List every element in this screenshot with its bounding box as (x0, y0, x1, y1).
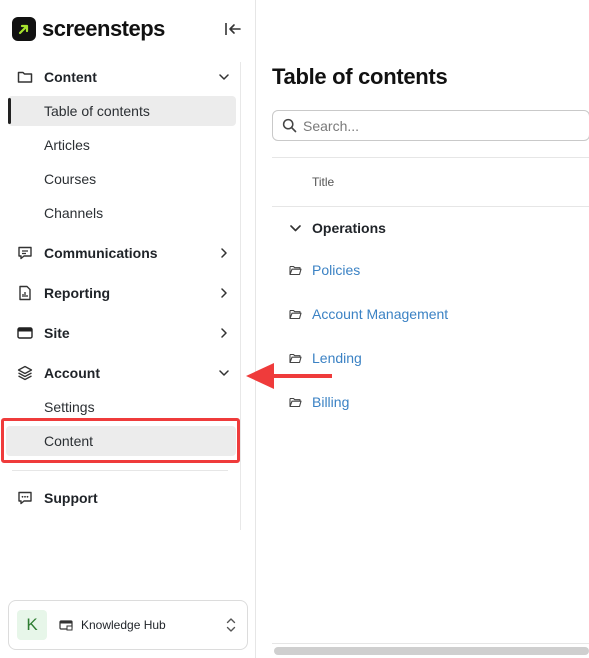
sidebar-item-channels[interactable]: Channels (8, 198, 236, 228)
layers-icon (16, 364, 34, 382)
sidebar-item-support[interactable]: Support (8, 483, 236, 513)
folder-icon (16, 68, 34, 86)
scroll-track (272, 643, 589, 644)
folder-link[interactable]: Lending (312, 350, 362, 366)
chevron-down-icon[interactable] (288, 221, 302, 235)
sidebar-section-label: Reporting (44, 285, 111, 301)
chevron-down-icon (216, 69, 232, 85)
chevron-right-icon (216, 325, 232, 341)
folder-link[interactable]: Account Management (312, 306, 448, 322)
folder-row[interactable]: Billing (288, 392, 349, 412)
sidebar-item-label: Table of contents (44, 103, 150, 119)
sidebar-section-content[interactable]: Content (8, 62, 236, 92)
sidebar-item-articles[interactable]: Articles (8, 130, 236, 160)
folder-link[interactable]: Billing (312, 394, 349, 410)
sidebar-item-table-of-contents[interactable]: Table of contents (8, 96, 236, 126)
divider (272, 157, 589, 158)
brand-logo[interactable]: screensteps (12, 16, 165, 42)
sidebar-section-label: Communications (44, 245, 158, 261)
folder-row[interactable]: Account Management (288, 304, 448, 324)
chevron-right-icon (216, 285, 232, 301)
folder-open-icon (288, 395, 302, 409)
folder-link[interactable]: Policies (312, 262, 360, 278)
support-chat-icon (16, 489, 34, 507)
sidebar-scroll-track[interactable] (240, 62, 241, 530)
search-input[interactable] (303, 117, 563, 134)
chevron-right-icon (216, 245, 232, 261)
sidebar-item-label: Articles (44, 137, 90, 153)
logo-mark-icon (12, 17, 36, 41)
chevron-down-icon (216, 365, 232, 381)
annotation-highlight-box (1, 418, 240, 463)
main-content: Table of contents Title Operations Polic… (256, 0, 589, 658)
folder-open-icon (288, 263, 302, 277)
folder-open-icon (288, 351, 302, 365)
sidebar-divider (12, 470, 228, 471)
sidebar: screensteps Content Table of contents Ar… (0, 0, 256, 658)
site-icon (16, 324, 34, 342)
sidebar-section-label: Content (44, 69, 97, 85)
brand-name: screensteps (42, 16, 165, 41)
sidebar-section-account[interactable]: Account (8, 358, 236, 388)
sidebar-section-communications[interactable]: Communications (8, 238, 236, 268)
sidebar-item-label: Courses (44, 171, 97, 187)
sidebar-item-courses[interactable]: Courses (8, 164, 236, 194)
folder-row[interactable]: Lending (288, 348, 362, 368)
collapse-sidebar-icon[interactable] (222, 19, 244, 39)
workspace-name: Knowledge Hub (81, 618, 166, 632)
page-title: Table of contents (272, 64, 448, 89)
column-header-title[interactable]: Title (312, 175, 334, 189)
site-icon (59, 618, 73, 632)
sidebar-section-reporting[interactable]: Reporting (8, 278, 236, 308)
horizontal-scrollbar[interactable] (274, 647, 589, 655)
report-icon (16, 284, 34, 302)
sidebar-section-site[interactable]: Site (8, 318, 236, 348)
sidebar-item-label: Channels (44, 205, 104, 221)
folder-row[interactable]: Policies (288, 260, 360, 280)
folder-open-icon (288, 307, 302, 321)
sidebar-section-label: Account (44, 365, 100, 381)
search-box[interactable] (272, 110, 589, 141)
workspace-switcher[interactable]: K Knowledge Hub (8, 600, 248, 650)
search-icon (281, 118, 297, 134)
sidebar-section-label: Site (44, 325, 70, 341)
group-row-operations[interactable]: Operations (288, 218, 386, 238)
avatar: K (17, 610, 47, 640)
divider (272, 206, 589, 207)
sidebar-item-label: Settings (44, 399, 95, 415)
group-label: Operations (312, 220, 386, 236)
sidebar-section-label: Support (44, 490, 98, 506)
active-indicator (8, 98, 11, 124)
chevron-up-down-icon (225, 616, 237, 634)
chat-icon (16, 244, 34, 262)
